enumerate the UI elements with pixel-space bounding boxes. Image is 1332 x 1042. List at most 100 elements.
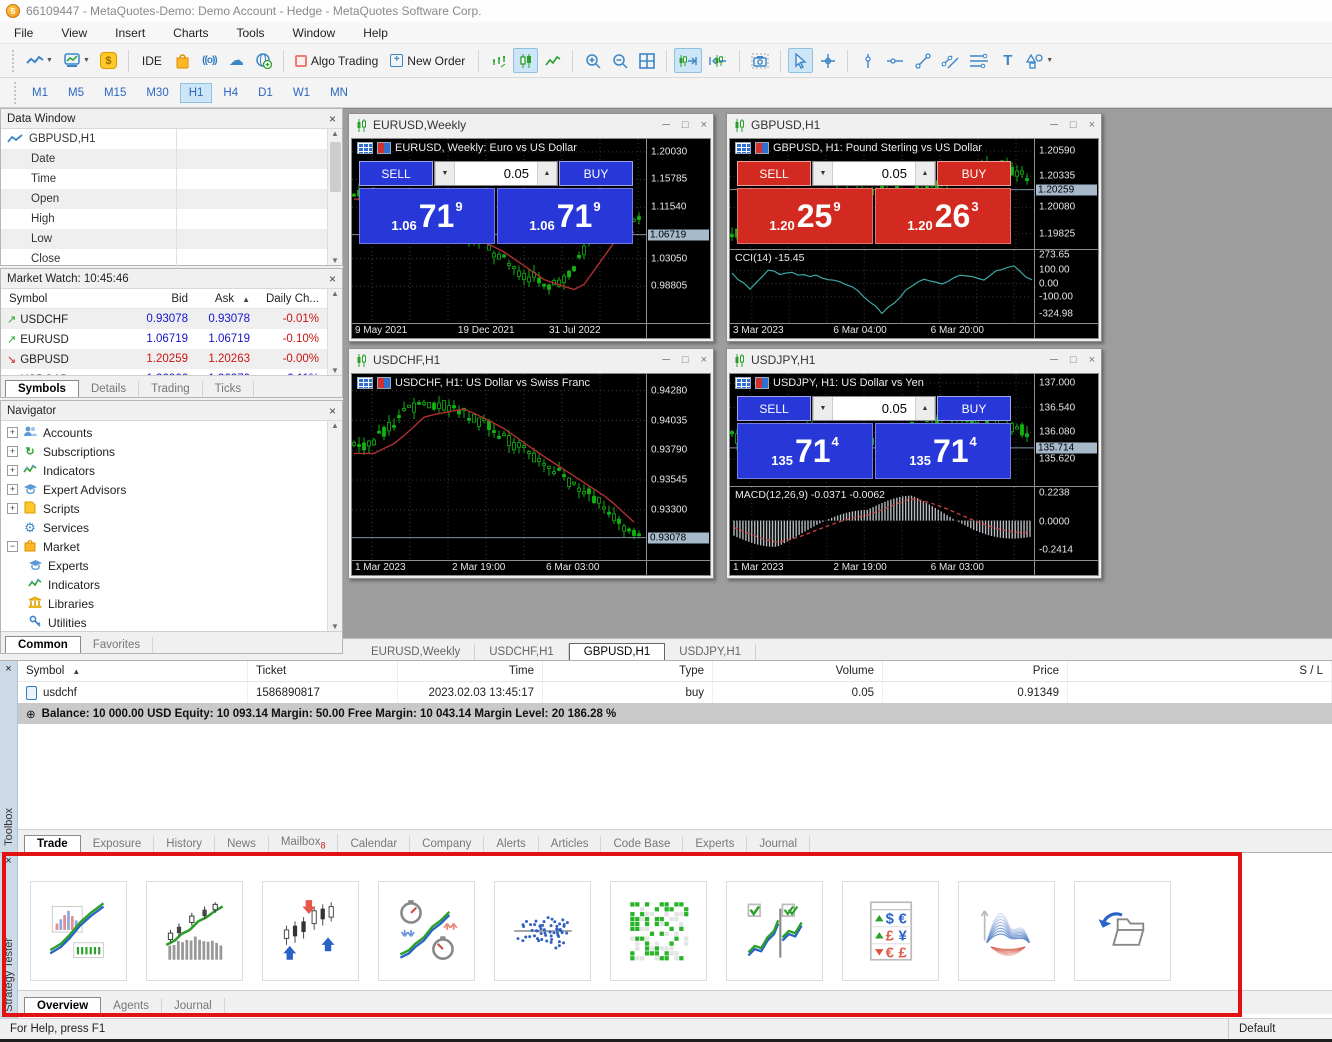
tile-speed-test[interactable]	[378, 881, 475, 981]
nav-item-expert-advisors[interactable]: +Expert Advisors	[1, 480, 327, 499]
time-axis[interactable]: 1 Mar 2023 2 Mar 19:00 6 Mar 03:00	[730, 560, 1034, 575]
chart-window-titlebar[interactable]: GBPUSD,H1 ─□×	[727, 114, 1101, 136]
toolbar-drag-handle[interactable]	[12, 50, 17, 72]
tf-m15[interactable]: M15	[95, 83, 135, 103]
market-button[interactable]	[170, 48, 195, 73]
buy-price[interactable]: 1.06719	[497, 188, 633, 244]
toolbox-vertical-label[interactable]: Toolbox	[3, 808, 15, 846]
cci-indicator-window[interactable]: CCI(14) -15.45	[730, 249, 1034, 323]
buy-price[interactable]: 135714	[875, 423, 1011, 479]
expand-icon[interactable]: −	[7, 541, 18, 552]
vertical-line-button[interactable]	[855, 48, 880, 73]
vps-button[interactable]: ☁	[224, 48, 249, 73]
time-axis[interactable]: 9 May 2021 19 Dec 2021 31 Jul 2022	[352, 323, 646, 338]
toolbar-drag-handle[interactable]	[14, 82, 19, 104]
tile-surface-3d[interactable]	[958, 881, 1055, 981]
maximize-button[interactable]: □	[1070, 119, 1077, 131]
auto-scroll-button[interactable]	[674, 48, 702, 73]
buy-price[interactable]: 1.20263	[875, 188, 1011, 244]
bar-chart-button[interactable]	[486, 48, 511, 73]
close-button[interactable]: ×	[1089, 119, 1095, 131]
chart-tab-eurusd[interactable]: EURUSD,Weekly	[357, 644, 475, 660]
data-window-row-close[interactable]: Close	[1, 249, 327, 269]
fibo-lines-button[interactable]	[965, 48, 993, 73]
tf-m30[interactable]: M30	[137, 83, 177, 103]
depth-of-market-icon[interactable]	[377, 377, 391, 389]
buy-button[interactable]: BUY	[937, 396, 1011, 421]
nav-item-market-utilities[interactable]: Utilities	[1, 613, 327, 632]
buy-button[interactable]: BUY	[937, 161, 1011, 186]
tile-trade-arrows[interactable]	[262, 881, 359, 981]
volume-up-button[interactable]: ▲	[915, 162, 935, 185]
sell-price[interactable]: 1.06719	[359, 188, 495, 244]
tile-scatter-distribution[interactable]	[494, 881, 591, 981]
tab-codebase[interactable]: Code Base	[601, 836, 683, 852]
menu-file[interactable]: File	[0, 24, 47, 42]
nav-item-accounts[interactable]: +Accounts	[1, 423, 327, 442]
data-window-symbol-row[interactable]: GBPUSD,H1	[1, 129, 327, 149]
tab-trading[interactable]: Trading	[139, 381, 203, 397]
algo-trading-button[interactable]: Algo Trading	[291, 48, 384, 73]
tab-calendar[interactable]: Calendar	[338, 836, 410, 852]
price-scale[interactable]: 0.94280 0.94035 0.93790 0.93545 0.93300 …	[646, 374, 710, 575]
time-axis[interactable]: 1 Mar 2023 2 Mar 19:00 6 Mar 03:00	[352, 560, 646, 575]
chart-window-titlebar[interactable]: EURUSD,Weekly ─□×	[349, 114, 713, 136]
close-icon[interactable]: ×	[329, 112, 336, 126]
tile-optimization-matrix[interactable]	[610, 881, 707, 981]
signals-button[interactable]: ((o))	[197, 48, 222, 73]
tab-news[interactable]: News	[215, 836, 269, 852]
chart-tab-usdjpy[interactable]: USDJPY,H1	[665, 644, 756, 660]
tab-overview[interactable]: Overview	[24, 997, 101, 1014]
tab-agents[interactable]: Agents	[101, 998, 162, 1014]
tab-articles[interactable]: Articles	[539, 836, 602, 852]
tab-details[interactable]: Details	[79, 381, 139, 397]
chart-shift-button[interactable]	[704, 48, 732, 73]
volume-up-button[interactable]: ▲	[915, 397, 935, 420]
tab-history[interactable]: History	[154, 836, 215, 852]
new-order-button[interactable]: + New Order	[386, 48, 471, 73]
chart-window-eurusd[interactable]: EURUSD,Weekly ─□× EURUSD, Weekly: Euro v…	[348, 113, 714, 342]
strategy-tester-vertical-label[interactable]: Strategy Tester	[3, 938, 15, 1012]
scrollbar[interactable]: ▲ ▼	[327, 421, 342, 631]
menu-tools[interactable]: Tools	[223, 24, 279, 42]
close-icon[interactable]: ×	[5, 661, 11, 675]
expand-icon[interactable]: +	[7, 484, 18, 495]
volume-input[interactable]: 0.05	[833, 397, 915, 420]
horizontal-line-button[interactable]	[882, 48, 908, 73]
chevron-down-icon[interactable]: ▼	[46, 57, 53, 64]
trade-table-row[interactable]: usdchf 1586890817 2023.02.03 13:45:17 bu…	[18, 682, 1332, 703]
volume-input[interactable]: 0.05	[833, 162, 915, 185]
chart-window-usdjpy[interactable]: USDJPY,H1 ─□× USDJPY, H1: US Dollar vs Y…	[726, 348, 1102, 579]
nav-item-market-indicators[interactable]: Indicators	[1, 575, 327, 594]
tab-exposure[interactable]: Exposure	[81, 836, 155, 852]
chart-tab-usdchf[interactable]: USDCHF,H1	[475, 644, 569, 660]
line-chart-button[interactable]	[540, 48, 565, 73]
close-button[interactable]: ×	[701, 354, 707, 366]
minimize-button[interactable]: ─	[662, 354, 670, 366]
scroll-up-icon[interactable]: ▲	[331, 289, 339, 298]
nav-item-services[interactable]: ⚙Services	[1, 518, 327, 537]
nav-item-market[interactable]: −Market	[1, 537, 327, 556]
price-scale[interactable]: 1.20030 1.15785 1.11540 1.06719 1.03050 …	[646, 139, 710, 338]
sell-price[interactable]: 1.20259	[737, 188, 873, 244]
community-button[interactable]	[251, 48, 276, 73]
tab-trade[interactable]: Trade	[24, 835, 81, 852]
price-scale[interactable]: 1.20590 1.20335 1.20259 1.20080 1.19825 …	[1034, 139, 1098, 338]
tab-alerts[interactable]: Alerts	[484, 836, 538, 852]
maximize-button[interactable]: □	[682, 119, 689, 131]
buy-button[interactable]: BUY	[559, 161, 633, 186]
data-window-row-open[interactable]: Open	[1, 189, 327, 209]
sell-button[interactable]: SELL	[359, 161, 433, 186]
nav-item-indicators[interactable]: +Indicators	[1, 461, 327, 480]
close-icon[interactable]: ×	[5, 853, 11, 867]
tile-windows-button[interactable]	[634, 48, 659, 73]
close-icon[interactable]: ×	[329, 404, 336, 418]
ide-button[interactable]: IDE	[136, 48, 168, 73]
oneclick-panel-icon[interactable]	[357, 377, 373, 389]
tab-symbols[interactable]: Symbols	[5, 380, 79, 397]
maximize-button[interactable]: □	[1070, 354, 1077, 366]
volume-input[interactable]: 0.05	[455, 162, 537, 185]
tab-company[interactable]: Company	[410, 836, 484, 852]
status-profile[interactable]: Default	[1228, 1019, 1285, 1039]
nav-item-scripts[interactable]: +Scripts	[1, 499, 327, 518]
